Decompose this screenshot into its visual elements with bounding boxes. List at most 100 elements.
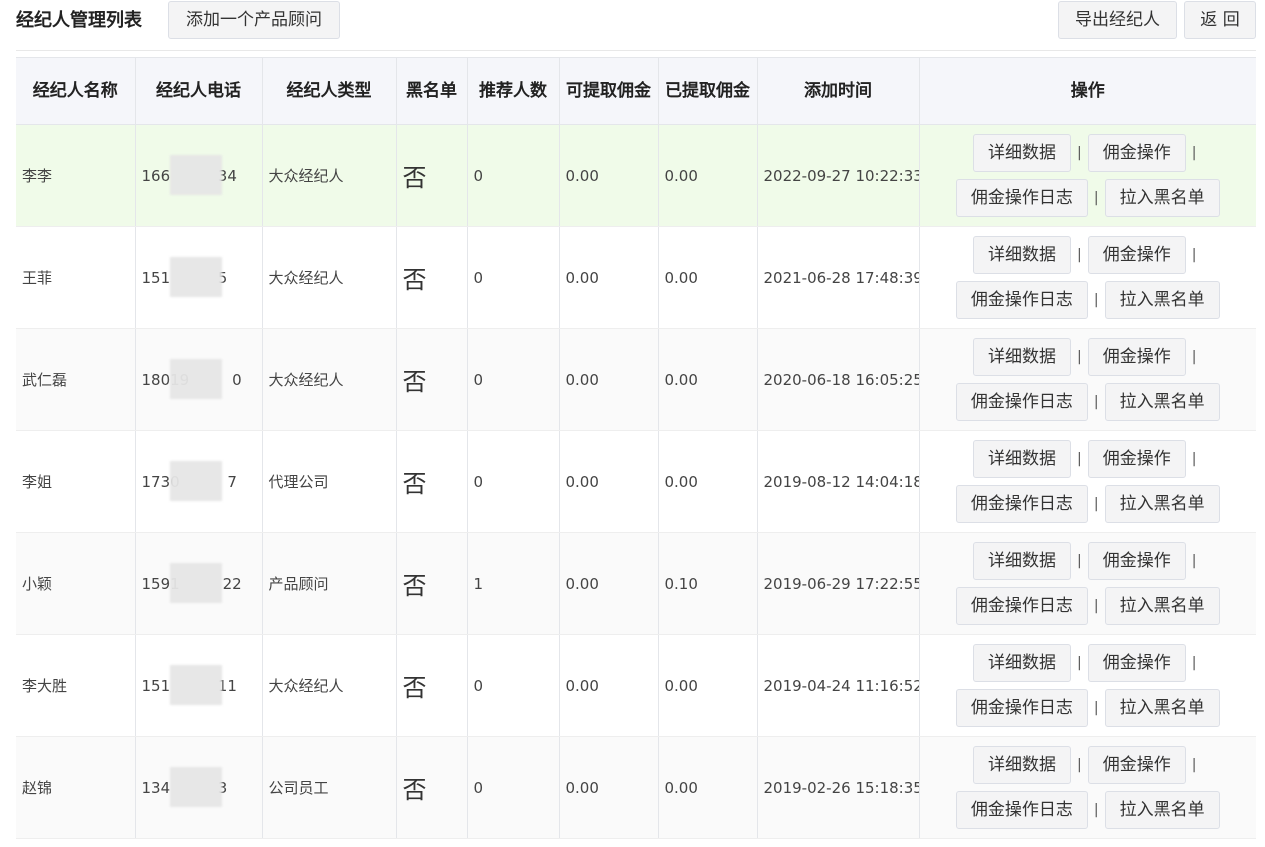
- broker-name: 赵锦: [16, 736, 136, 839]
- add-to-blacklist-button[interactable]: 拉入黑名单: [1104, 791, 1220, 829]
- commission-log-button[interactable]: 佣金操作日志: [955, 281, 1088, 319]
- export-brokers-button[interactable]: 导出经纪人: [1058, 1, 1177, 39]
- phone-mask: [169, 664, 222, 705]
- phone-mask: [169, 256, 222, 297]
- detail-data-button[interactable]: 详细数据: [973, 440, 1072, 478]
- broker-type: 大众经纪人: [262, 634, 397, 737]
- phone-mask: [169, 460, 222, 501]
- commission-log-button[interactable]: 佣金操作日志: [955, 587, 1088, 625]
- col-header-actions: 操作: [919, 57, 1256, 125]
- separator: |: [1191, 655, 1197, 671]
- broker-name: 李姐: [16, 430, 136, 533]
- phone-mask: [169, 562, 222, 603]
- commission-operation-button[interactable]: 佣金操作: [1087, 338, 1186, 376]
- separator: |: [1191, 553, 1197, 569]
- commission-operation-button[interactable]: 佣金操作: [1087, 644, 1186, 682]
- commission-operation-button[interactable]: 佣金操作: [1087, 134, 1186, 172]
- row-actions: 详细数据 | 佣金操作 | 佣金操作日志 | 拉入黑名单: [919, 430, 1256, 533]
- broker-type: 产品顾问: [262, 532, 397, 635]
- available-commission: 0.00: [559, 226, 659, 329]
- broker-type: 大众经纪人: [262, 124, 397, 227]
- add-to-blacklist-button[interactable]: 拉入黑名单: [1104, 383, 1220, 421]
- detail-data-button[interactable]: 详细数据: [973, 134, 1072, 172]
- table-header-row: 经纪人名称 经纪人电话 经纪人类型 黑名单 推荐人数 可提取佣金 已提取佣金 添…: [16, 57, 1256, 125]
- broker-name: 武仁磊: [16, 328, 136, 431]
- table-row: 李李 166 34 大众经纪人 否 0 0.00 0.00 2022-09-27…: [16, 124, 1256, 227]
- add-to-blacklist-button[interactable]: 拉入黑名单: [1104, 485, 1220, 523]
- col-header-phone: 经纪人电话: [135, 57, 263, 125]
- separator: |: [1077, 655, 1082, 671]
- col-header-referrals: 推荐人数: [467, 57, 560, 125]
- separator: |: [1077, 247, 1082, 263]
- detail-data-button[interactable]: 详细数据: [973, 746, 1072, 784]
- available-commission: 0.00: [559, 124, 659, 227]
- referral-count: 1: [467, 532, 560, 635]
- commission-operation-button[interactable]: 佣金操作: [1087, 236, 1186, 274]
- add-to-blacklist-button[interactable]: 拉入黑名单: [1104, 179, 1220, 217]
- commission-operation-button[interactable]: 佣金操作: [1087, 440, 1186, 478]
- detail-data-button[interactable]: 详细数据: [973, 644, 1072, 682]
- separator: |: [1093, 496, 1099, 512]
- add-to-blacklist-button[interactable]: 拉入黑名单: [1104, 281, 1220, 319]
- added-time: 2021-06-28 17:48:39: [757, 226, 920, 329]
- added-time: 2019-02-26 15:18:35: [757, 736, 920, 839]
- referral-count: 0: [467, 430, 560, 533]
- broker-phone: 166 34: [135, 124, 263, 227]
- referral-count: 0: [467, 226, 560, 329]
- added-time: 2022-09-27 10:22:33: [757, 124, 920, 227]
- commission-operation-button[interactable]: 佣金操作: [1087, 542, 1186, 580]
- available-commission: 0.00: [559, 634, 659, 737]
- table-row: 武仁磊 18019 0 大众经纪人 否 0 0.00 0.00 2020-06-…: [16, 328, 1256, 431]
- table-row: 赵锦 134 3 公司员工 否 0 0.00 0.00 2019-02-26 1…: [16, 736, 1256, 839]
- separator: |: [1093, 292, 1099, 308]
- broker-type: 代理公司: [262, 430, 397, 533]
- commission-log-button[interactable]: 佣金操作日志: [955, 485, 1088, 523]
- broker-phone: 151 11: [135, 634, 263, 737]
- separator: |: [1077, 349, 1082, 365]
- add-advisor-button[interactable]: 添加一个产品顾问: [168, 1, 340, 39]
- phone-mask: [169, 766, 222, 807]
- broker-table: 经纪人名称 经纪人电话 经纪人类型 黑名单 推荐人数 可提取佣金 已提取佣金 添…: [16, 57, 1256, 839]
- separator: |: [1093, 190, 1099, 206]
- blacklist-status: 否: [396, 328, 468, 431]
- table-row: 王菲 151 5 大众经纪人 否 0 0.00 0.00 2021-06-28 …: [16, 226, 1256, 329]
- col-header-added-time: 添加时间: [757, 57, 920, 125]
- commission-operation-button[interactable]: 佣金操作: [1087, 746, 1186, 784]
- blacklist-status: 否: [396, 736, 468, 839]
- commission-log-button[interactable]: 佣金操作日志: [955, 179, 1088, 217]
- detail-data-button[interactable]: 详细数据: [973, 542, 1072, 580]
- broker-name: 王菲: [16, 226, 136, 329]
- commission-log-button[interactable]: 佣金操作日志: [955, 689, 1088, 727]
- commission-log-button[interactable]: 佣金操作日志: [955, 383, 1088, 421]
- col-header-blacklist: 黑名单: [396, 57, 468, 125]
- broker-name: 李李: [16, 124, 136, 227]
- add-to-blacklist-button[interactable]: 拉入黑名单: [1104, 587, 1220, 625]
- separator: |: [1077, 757, 1082, 773]
- referral-count: 0: [467, 124, 560, 227]
- row-actions: 详细数据 | 佣金操作 | 佣金操作日志 | 拉入黑名单: [919, 736, 1256, 839]
- detail-data-button[interactable]: 详细数据: [973, 236, 1072, 274]
- withdrawn-commission: 0.00: [658, 430, 758, 533]
- available-commission: 0.00: [559, 430, 659, 533]
- added-time: 2019-06-29 17:22:55: [757, 532, 920, 635]
- broker-phone: 134 3: [135, 736, 263, 839]
- separator: |: [1093, 394, 1099, 410]
- separator: |: [1077, 145, 1082, 161]
- withdrawn-commission: 0.00: [658, 226, 758, 329]
- blacklist-status: 否: [396, 634, 468, 737]
- available-commission: 0.00: [559, 736, 659, 839]
- col-header-type: 经纪人类型: [262, 57, 397, 125]
- table-row: 李姐 1730 7 代理公司 否 0 0.00 0.00 2019-08-12 …: [16, 430, 1256, 533]
- commission-log-button[interactable]: 佣金操作日志: [955, 791, 1088, 829]
- added-time: 2019-08-12 14:04:18: [757, 430, 920, 533]
- row-actions: 详细数据 | 佣金操作 | 佣金操作日志 | 拉入黑名单: [919, 328, 1256, 431]
- broker-phone: 18019 0: [135, 328, 263, 431]
- page-header: 经纪人管理列表 添加一个产品顾问 导出经纪人 返 回: [16, 0, 1256, 51]
- referral-count: 0: [467, 736, 560, 839]
- separator: |: [1093, 598, 1099, 614]
- detail-data-button[interactable]: 详细数据: [973, 338, 1072, 376]
- back-button[interactable]: 返 回: [1184, 1, 1256, 39]
- add-to-blacklist-button[interactable]: 拉入黑名单: [1104, 689, 1220, 727]
- separator: |: [1191, 247, 1197, 263]
- broker-type: 大众经纪人: [262, 226, 397, 329]
